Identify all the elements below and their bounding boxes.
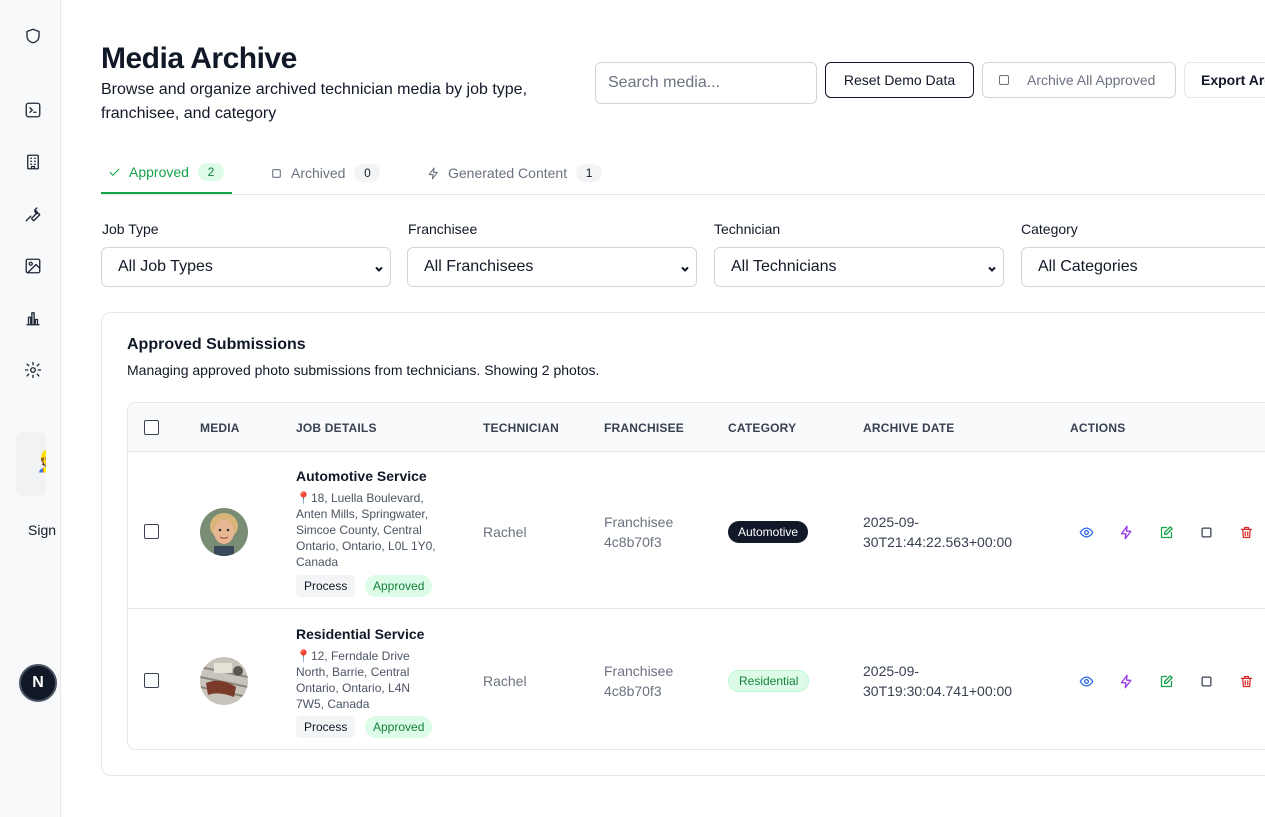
- square-icon: [269, 166, 283, 180]
- shield-icon[interactable]: [22, 25, 44, 47]
- media-thumbnail[interactable]: [200, 657, 248, 705]
- technician-avatar-icon: 👷: [36, 450, 46, 472]
- square-icon[interactable]: [1198, 524, 1214, 540]
- technician-label: Technician: [714, 221, 781, 237]
- sidebar: 👷 Sign N: [0, 0, 61, 817]
- job-title: Automotive Service: [296, 468, 427, 484]
- job-title: Residential Service: [296, 626, 425, 642]
- sign-label[interactable]: Sign: [28, 522, 56, 538]
- chevron-down-icon: [987, 261, 997, 272]
- status-badge: Approved: [365, 716, 433, 738]
- tab-label: Generated Content: [448, 165, 568, 181]
- job-address: 📍18, Luella Boulevard, Anten Mills, Spri…: [296, 491, 436, 569]
- zap-icon[interactable]: [1118, 673, 1134, 689]
- user-profile-card[interactable]: 👷: [16, 432, 46, 496]
- franchisee-name: Franchisee 4c8b70f3: [604, 663, 674, 699]
- stage-badge: Process: [296, 716, 356, 738]
- archive-all-approved-button[interactable]: Archive All Approved: [982, 62, 1176, 98]
- franchisee-label: Franchisee: [408, 221, 478, 237]
- column-header-franchisee[interactable]: FRANCHISEE: [604, 421, 684, 435]
- zap-icon[interactable]: [1118, 524, 1134, 540]
- franchisee-value: All Franchisees: [424, 258, 534, 275]
- job-type-value: All Job Types: [118, 258, 213, 275]
- tab-archived[interactable]: Archived 0: [269, 152, 381, 194]
- category-badge: Automotive: [728, 521, 809, 543]
- select-all-checkbox[interactable]: [144, 420, 159, 435]
- technician-value: All Technicians: [731, 258, 837, 275]
- tab-label: Archived: [291, 165, 346, 181]
- export-archive-button[interactable]: Export Arc: [1184, 62, 1265, 98]
- square-icon: [999, 75, 1009, 85]
- column-header-job-details[interactable]: JOB DETAILS: [296, 421, 377, 435]
- trash-icon[interactable]: [1238, 673, 1254, 689]
- franchisee-name: Franchisee 4c8b70f3: [604, 514, 674, 550]
- tab-approved[interactable]: Approved 2: [101, 152, 232, 194]
- category-badge: Residential: [728, 670, 810, 692]
- eye-icon[interactable]: [1078, 524, 1094, 540]
- column-header-category[interactable]: CATEGORY: [728, 421, 796, 435]
- main-content: Media Archive Browse and organize archiv…: [62, 0, 1265, 817]
- technician-name: Rachel: [483, 673, 527, 689]
- table-header: MEDIA JOB DETAILS TECHNICIAN FRANCHISEE …: [128, 403, 1265, 452]
- archive-all-label: Archive All Approved: [1027, 72, 1156, 88]
- job-type-label: Job Type: [102, 221, 159, 237]
- tab-bar: Approved 2 Archived 0 Generated Content …: [101, 152, 1265, 195]
- card-description: Managing approved photo submissions from…: [127, 362, 600, 378]
- tab-count-badge: 0: [354, 164, 381, 182]
- category-value: All Categories: [1038, 258, 1138, 275]
- building-icon[interactable]: [22, 151, 44, 173]
- franchisee-select[interactable]: All Franchisees: [407, 247, 697, 287]
- tab-label: Approved: [129, 164, 189, 180]
- status-badge: Approved: [365, 575, 433, 597]
- archive-date: 2025-09-30T21:44:22.563+00:00: [863, 514, 1013, 550]
- technician-select[interactable]: All Technicians: [714, 247, 1004, 287]
- bar-chart-icon[interactable]: [22, 307, 44, 329]
- edit-icon[interactable]: [1158, 524, 1174, 540]
- page-subtitle: Browse and organize archived technician …: [101, 81, 528, 122]
- card-title: Approved Submissions: [127, 336, 306, 353]
- tab-generated-content[interactable]: Generated Content 1: [426, 152, 603, 194]
- archive-date: 2025-09-30T19:30:04.741+00:00: [863, 663, 1013, 699]
- search-input[interactable]: [595, 62, 817, 104]
- trash-icon[interactable]: [1238, 524, 1254, 540]
- stage-badge: Process: [296, 575, 356, 597]
- reset-demo-data-button[interactable]: Reset Demo Data: [825, 62, 974, 98]
- table-row[interactable]: Automotive Service 📍18, Luella Boulevard…: [128, 452, 1265, 609]
- column-header-archive-date[interactable]: ARCHIVE DATE: [863, 421, 955, 435]
- square-icon[interactable]: [1198, 673, 1214, 689]
- check-icon: [107, 165, 121, 179]
- column-header-media[interactable]: MEDIA: [200, 421, 240, 435]
- eye-icon[interactable]: [1078, 673, 1094, 689]
- row-checkbox[interactable]: [144, 524, 159, 539]
- table-row[interactable]: Residential Service 📍12, Ferndale Drive …: [128, 609, 1265, 749]
- zap-icon: [426, 166, 440, 180]
- row-checkbox[interactable]: [144, 673, 159, 688]
- chevron-down-icon: [680, 261, 690, 272]
- edit-icon[interactable]: [1158, 673, 1174, 689]
- column-header-actions: ACTIONS: [1070, 421, 1126, 435]
- tab-count-badge: 2: [197, 163, 224, 181]
- media-thumbnail[interactable]: [200, 508, 248, 556]
- category-label: Category: [1021, 221, 1078, 237]
- terminal-icon[interactable]: [22, 99, 44, 121]
- wrench-icon[interactable]: [22, 203, 44, 225]
- page-title: Media Archive: [101, 42, 297, 75]
- category-select[interactable]: All Categories: [1021, 247, 1265, 287]
- submissions-table: MEDIA JOB DETAILS TECHNICIAN FRANCHISEE …: [127, 402, 1265, 750]
- gear-icon[interactable]: [22, 359, 44, 381]
- approved-submissions-card: Approved Submissions Managing approved p…: [101, 312, 1265, 776]
- technician-name: Rachel: [483, 524, 527, 540]
- chevron-down-icon: [374, 261, 384, 272]
- column-header-technician[interactable]: TECHNICIAN: [483, 421, 559, 435]
- user-avatar-button[interactable]: N: [19, 664, 57, 702]
- tab-count-badge: 1: [576, 164, 603, 182]
- job-type-select[interactable]: All Job Types: [101, 247, 391, 287]
- image-icon[interactable]: [22, 255, 44, 277]
- job-address: 📍12, Ferndale Drive North, Barrie, Centr…: [296, 649, 411, 711]
